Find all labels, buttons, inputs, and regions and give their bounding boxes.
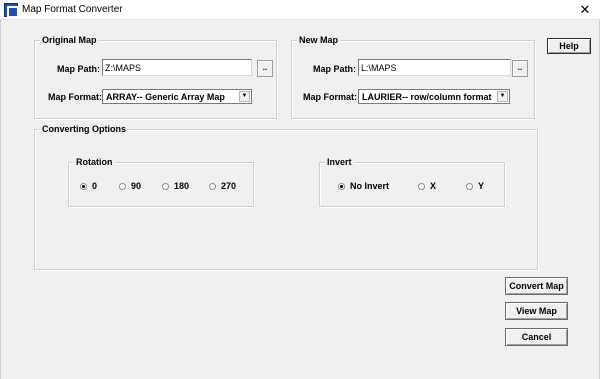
radio-icon[interactable] — [162, 182, 169, 190]
chevron-down-icon[interactable]: ▼ — [239, 91, 250, 102]
close-icon: ✕ — [579, 2, 591, 17]
radio-icon[interactable] — [119, 182, 126, 190]
new-map-format-select[interactable]: LAURIER-- row/column format ▼ — [358, 89, 510, 104]
view-map-button[interactable]: View Map — [505, 302, 568, 320]
cancel-button[interactable]: Cancel — [505, 328, 568, 346]
new-map-path-label: Map Path: — [313, 64, 357, 74]
window-title: Map Format Converter — [22, 4, 123, 15]
invert-option-y[interactable]: Y — [466, 181, 484, 191]
title-bar: Map Format Converter ✕ — [0, 0, 600, 20]
rotation-group-label: Rotation — [74, 157, 115, 168]
new-map-format-label: Map Format: — [303, 92, 357, 102]
original-map-browse-button[interactable]: .. — [257, 60, 273, 77]
new-map-browse-button[interactable]: .. — [512, 60, 528, 77]
converting-options-group-label: Converting Options — [40, 124, 128, 135]
radio-icon[interactable] — [418, 182, 425, 190]
radio-icon[interactable] — [209, 182, 216, 190]
converting-options-group: Converting Options Rotation 0 90 180 270 — [34, 124, 538, 270]
radio-checked-icon[interactable] — [80, 182, 87, 190]
new-map-group-label: New Map — [297, 35, 341, 46]
radio-checked-icon[interactable] — [338, 182, 345, 190]
rotation-option-90[interactable]: 90 — [119, 181, 141, 191]
new-map-format-value: LAURIER-- row/column format — [362, 92, 492, 102]
original-map-path-input[interactable]: Z:\MAPS — [102, 59, 252, 76]
radio-icon[interactable] — [466, 182, 473, 190]
rotation-group: Rotation 0 90 180 270 — [68, 157, 254, 207]
rotation-option-0[interactable]: 0 — [80, 181, 97, 191]
original-map-group-label: Original Map — [40, 35, 99, 46]
rotation-option-180[interactable]: 180 — [162, 181, 189, 191]
app-icon — [4, 3, 19, 18]
invert-option-x[interactable]: X — [418, 181, 436, 191]
rotation-option-270[interactable]: 270 — [209, 181, 236, 191]
new-map-group: New Map Map Path: L:\MAPS .. Map Format:… — [291, 35, 535, 119]
invert-group: Invert No Invert X Y — [319, 157, 505, 207]
convert-map-button[interactable]: Convert Map — [505, 277, 568, 295]
help-button[interactable]: Help — [547, 38, 591, 54]
chevron-down-icon[interactable]: ▼ — [497, 91, 508, 102]
original-map-format-select[interactable]: ARRAY-- Generic Array Map ▼ — [102, 89, 252, 104]
original-map-format-label: Map Format: — [48, 92, 102, 102]
invert-group-label: Invert — [325, 157, 354, 168]
original-map-group: Original Map Map Path: Z:\MAPS .. Map Fo… — [34, 35, 277, 119]
new-map-path-input[interactable]: L:\MAPS — [358, 59, 511, 76]
invert-option-none[interactable]: No Invert — [338, 181, 389, 191]
dialog-body: Original Map Map Path: Z:\MAPS .. Map Fo… — [0, 20, 600, 379]
close-button[interactable]: ✕ — [570, 0, 600, 20]
original-map-format-value: ARRAY-- Generic Array Map — [106, 92, 225, 102]
original-map-path-label: Map Path: — [57, 64, 101, 74]
